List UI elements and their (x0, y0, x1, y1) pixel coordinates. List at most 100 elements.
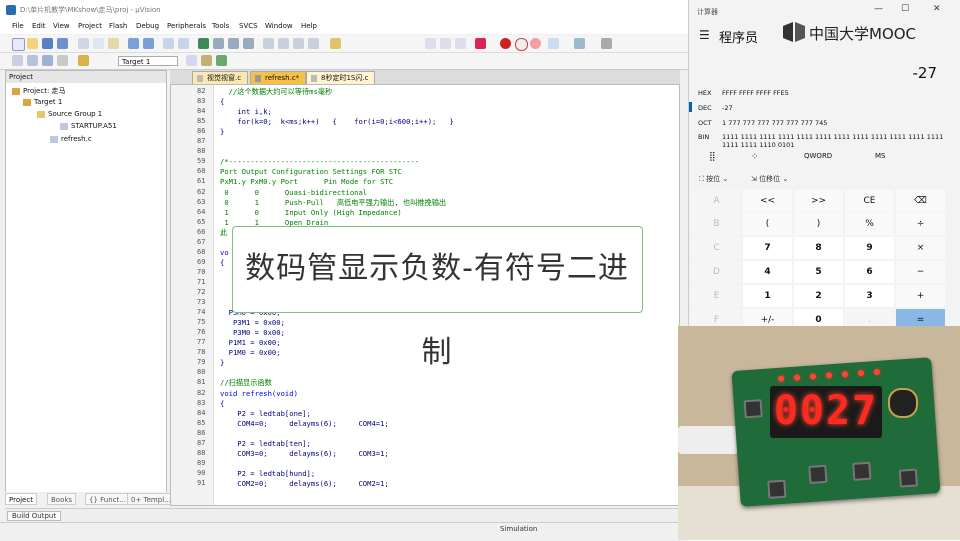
calc-key[interactable]: 7 (743, 237, 792, 259)
code-line[interactable]: P2 = ledtab[ten]; (220, 439, 311, 448)
calc-key[interactable]: << (743, 190, 792, 212)
menu-help[interactable]: Help (301, 22, 317, 30)
rebuild-icon[interactable] (42, 55, 53, 66)
minimize-icon[interactable]: — (874, 4, 883, 14)
clear-bookmarks-icon[interactable] (243, 38, 254, 49)
menu-view[interactable]: View (53, 22, 70, 30)
target-options-icon[interactable] (186, 55, 197, 66)
new-file-icon[interactable] (12, 38, 25, 51)
calc-key[interactable]: 1 (743, 285, 792, 307)
debug-start-icon[interactable] (475, 38, 486, 49)
redo-icon[interactable] (143, 38, 154, 49)
menu-peripherals[interactable]: Peripherals (167, 22, 206, 30)
kill-breakpoints-icon[interactable] (530, 38, 541, 49)
tree-project-root[interactable]: Project: 走马 (12, 86, 66, 96)
calc-key[interactable]: B (692, 213, 741, 235)
calc-key[interactable]: × (896, 237, 945, 259)
menu-project[interactable]: Project (78, 22, 102, 30)
manage-components-icon[interactable] (201, 55, 212, 66)
bookmark-icon[interactable] (198, 38, 209, 49)
calc-key[interactable]: ( (743, 213, 792, 235)
calc-key[interactable]: % (845, 213, 894, 235)
breakpoint-icon[interactable] (500, 38, 511, 49)
code-line[interactable]: P3M0 = 0x00; (220, 328, 285, 337)
calc-key[interactable]: >> (794, 190, 843, 212)
calc-key[interactable]: 2 (794, 285, 843, 307)
incremental-find-icon[interactable] (440, 38, 451, 49)
code-line[interactable]: } (220, 358, 224, 367)
code-line[interactable]: P1M0 = 0x00; (220, 348, 281, 357)
code-line[interactable]: P2 = ledtab[hund]; (220, 469, 315, 478)
nav-back-icon[interactable] (163, 38, 174, 49)
calc-key[interactable]: E (692, 285, 741, 307)
batch-build-icon[interactable] (57, 55, 68, 66)
comment-icon[interactable] (293, 38, 304, 49)
code-line[interactable]: COM4=0; delayms(6); COM4=1; (220, 419, 388, 428)
target-select[interactable]: Target 1 (118, 56, 178, 66)
code-line[interactable]: int i,k; (220, 107, 272, 116)
tab-project[interactable]: Project (5, 493, 37, 505)
code-line[interactable]: Port Output Configuration Settings FOR S… (220, 167, 402, 176)
calc-key[interactable]: 3 (845, 285, 894, 307)
code-line[interactable]: } (220, 127, 224, 136)
tab-functions[interactable]: {} Funct... (85, 493, 130, 505)
code-line[interactable]: { (220, 399, 224, 408)
code-line[interactable]: 此 (220, 228, 227, 238)
calc-key[interactable]: C (692, 237, 741, 259)
menu-tools[interactable]: Tools (212, 22, 229, 30)
menu-debug[interactable]: Debug (136, 22, 159, 30)
code-line[interactable]: for(k=0; k<ms;k++) { for(i=0;i<600;i++);… (220, 117, 453, 126)
tree-source-group[interactable]: Source Group 1 (37, 110, 102, 118)
menu-svcs[interactable]: SVCS (239, 22, 258, 30)
uncomment-icon[interactable] (308, 38, 319, 49)
tab-books[interactable]: Books (47, 493, 77, 505)
calc-key[interactable]: ) (794, 213, 843, 235)
code-line[interactable]: 0 0 Quasi-bidirectional (220, 188, 367, 197)
calc-key[interactable]: ÷ (896, 213, 945, 235)
calc-key[interactable]: D (692, 261, 741, 283)
full-keypad-icon[interactable]: ⣿ (709, 152, 716, 162)
nav-forward-icon[interactable] (178, 38, 189, 49)
save-all-icon[interactable] (57, 38, 68, 49)
disable-breakpoint-icon[interactable] (515, 38, 528, 51)
code-line[interactable]: P2 = ledtab[one]; (220, 409, 311, 418)
calc-key[interactable]: 4 (743, 261, 792, 283)
find-icon[interactable] (455, 38, 466, 49)
bitshift-dropdown[interactable]: ⇲ 位移位 ⌄ (751, 174, 788, 184)
code-line[interactable]: P1M1 = 0x00; (220, 338, 281, 347)
word-size-button[interactable]: QWORD (804, 152, 832, 160)
translate-icon[interactable] (12, 55, 23, 66)
code-line[interactable]: PxM1.y PxM0.y Port Pin Mode for STC (220, 177, 393, 186)
unindent-icon[interactable] (278, 38, 289, 49)
code-line[interactable]: 0 1 Push-Pull 高低电平强力输出, 也叫推挽输出 (220, 198, 446, 208)
menu-flash[interactable]: Flash (109, 22, 127, 30)
bitwise-dropdown[interactable]: ⛶ 按位 ⌄ (699, 174, 728, 184)
paste-icon[interactable] (108, 38, 119, 49)
code-line[interactable]: COM2=0; delayms(6); COM2=1; (220, 479, 388, 488)
tab-templates[interactable]: 0+ Templ... (127, 493, 175, 505)
hamburger-menu-icon[interactable]: ☰ (699, 28, 710, 42)
code-line[interactable]: { (220, 258, 224, 267)
close-icon[interactable]: ✕ (933, 4, 941, 14)
code-line[interactable]: 1 0 Input Only (High Impedance) (220, 208, 401, 217)
copy-icon[interactable] (93, 38, 104, 49)
editor-tab-file3[interactable]: 8秒定时1S闪.c (306, 71, 376, 84)
calc-key[interactable]: ⌫ (896, 190, 945, 212)
disable-all-breakpoints-icon[interactable] (548, 38, 559, 49)
code-line[interactable]: COM3=0; delayms(6); COM3=1; (220, 449, 388, 458)
prev-bookmark-icon[interactable] (213, 38, 224, 49)
code-line[interactable]: //这个数据大约可以等待ms毫秒 (220, 87, 333, 97)
build-output-tab[interactable]: Build Output (7, 511, 62, 521)
code-line[interactable]: vo (220, 248, 229, 257)
bit-toggling-keypad-icon[interactable]: ⁘ (751, 152, 759, 162)
calc-key[interactable]: A (692, 190, 741, 212)
build-icon[interactable] (27, 55, 38, 66)
search-window-icon[interactable] (425, 38, 436, 49)
memory-store-button[interactable]: MS (875, 152, 885, 160)
indent-icon[interactable] (263, 38, 274, 49)
calc-key[interactable]: 9 (845, 237, 894, 259)
cut-icon[interactable] (78, 38, 89, 49)
menu-window[interactable]: Window (265, 22, 293, 30)
undo-icon[interactable] (128, 38, 139, 49)
find-in-files-icon[interactable] (330, 38, 341, 49)
